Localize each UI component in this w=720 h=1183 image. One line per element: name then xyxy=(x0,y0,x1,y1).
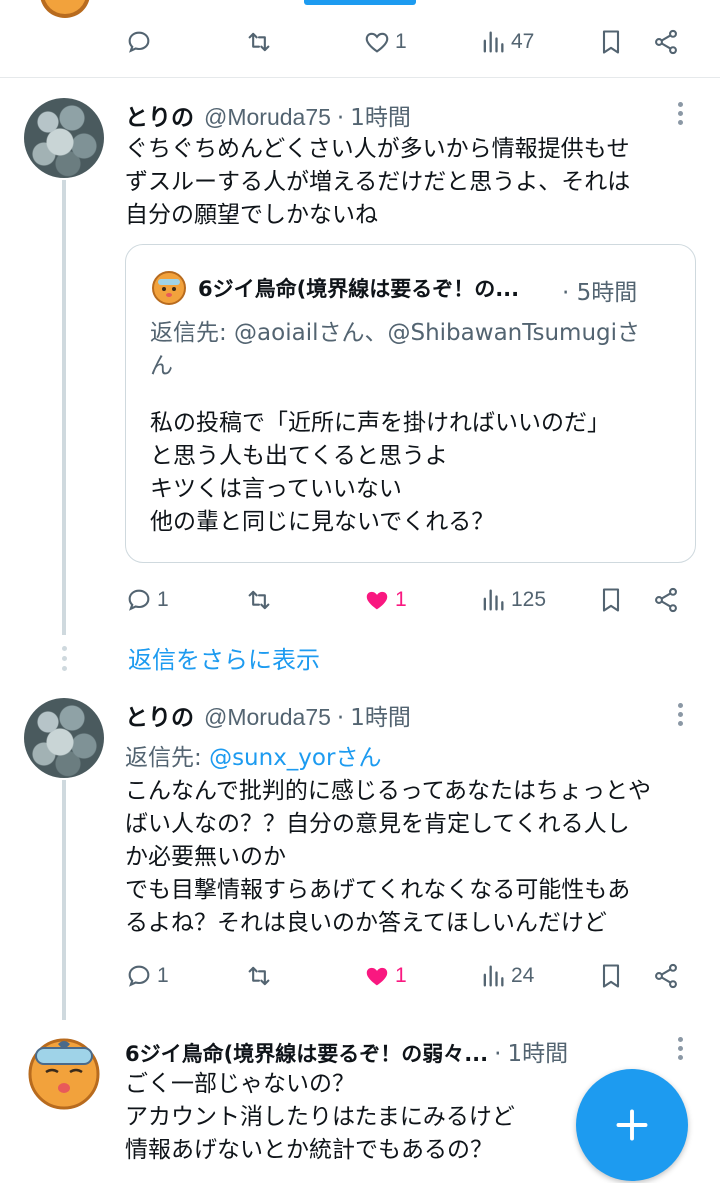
like-count: 1 xyxy=(395,30,407,53)
quote-timestamp: · 5時間 xyxy=(562,273,637,307)
heart-icon xyxy=(366,591,388,610)
timestamp[interactable]: 1時間 xyxy=(350,98,411,132)
views-button[interactable]: 47 xyxy=(479,20,534,64)
user-handle[interactable]: @Moruda75 xyxy=(204,104,331,131)
bookmark-button[interactable] xyxy=(597,20,625,64)
separator: · xyxy=(494,1041,502,1067)
heart-icon xyxy=(365,32,389,53)
bookmark-icon xyxy=(602,588,620,612)
display-name[interactable]: とりの xyxy=(125,98,194,132)
thread-dots xyxy=(60,646,68,671)
bookmark-button[interactable] xyxy=(597,954,625,998)
share-button[interactable] xyxy=(652,20,680,64)
previous-tweet-avatar[interactable] xyxy=(40,0,90,18)
top-tab-indicator xyxy=(304,0,416,5)
retweet-icon xyxy=(248,590,270,610)
more-options-icon[interactable] xyxy=(676,703,684,726)
share-icon xyxy=(655,587,677,613)
heart-icon xyxy=(366,967,388,986)
more-options-icon[interactable] xyxy=(676,102,684,125)
reply-count: 1 xyxy=(157,964,169,987)
reply-button[interactable] xyxy=(125,20,157,64)
share-icon xyxy=(655,963,677,989)
views-button[interactable]: 24 xyxy=(479,954,534,998)
retweet-icon xyxy=(248,32,270,52)
tweet-header: とりの @Moruda75 · 1時間 xyxy=(125,698,411,732)
timestamp[interactable]: 1時間 xyxy=(350,698,411,732)
views-icon xyxy=(483,31,504,53)
top-tweet-action-bar: 1 47 xyxy=(0,20,720,64)
tweet-text: こんなんで批判的に感じるってあなたはちょっとや ばい人なの？？自分の意見を肯定し… xyxy=(125,778,652,936)
thread-line xyxy=(62,180,66,635)
views-count: 125 xyxy=(511,588,547,611)
reply-to: 返信先: @sunx_yorさん xyxy=(125,738,381,772)
reply-to-link[interactable]: @sunx_yorさん xyxy=(209,745,381,771)
tweet-text: ぐちぐちめんどくさい人が多いから情報提供もせ ずスルーする人が増えるだけだと思う… xyxy=(125,136,631,228)
avatar[interactable] xyxy=(24,98,104,178)
avatar[interactable] xyxy=(24,1032,104,1112)
views-icon xyxy=(483,589,504,611)
like-button[interactable]: 1 xyxy=(363,578,407,622)
share-button[interactable] xyxy=(652,954,680,998)
reply-to-label: 返信先: xyxy=(125,745,210,771)
separator: · xyxy=(562,280,570,306)
reply-button[interactable]: 1 xyxy=(125,954,169,998)
separator: · xyxy=(336,105,345,131)
reply-count: 1 xyxy=(157,588,169,611)
bookmark-icon xyxy=(602,964,620,988)
tweet-header: とりの @Moruda75 · 1時間 xyxy=(125,98,411,132)
views-count: 47 xyxy=(511,30,535,53)
tweet-action-bar: 1 1 24 xyxy=(0,954,720,998)
compose-button[interactable] xyxy=(576,1069,688,1181)
tweet-header: 6ジイ鳥命(境界線は要るぞ！の弱々... · 1時間 xyxy=(125,1034,568,1068)
reply-icon xyxy=(128,31,150,53)
show-more-replies-link[interactable]: 返信をさらに表示 xyxy=(128,640,320,675)
avatar[interactable] xyxy=(24,698,104,778)
views-icon xyxy=(483,965,504,987)
retweet-icon xyxy=(248,966,270,986)
views-count: 24 xyxy=(511,964,535,987)
quote-display-name: 6ジイ鳥命(境界線は要るぞ！の... xyxy=(198,277,520,301)
bookmark-button[interactable] xyxy=(597,578,625,622)
share-icon xyxy=(655,29,677,55)
separator: · xyxy=(336,705,345,731)
views-button[interactable]: 125 xyxy=(479,578,546,622)
more-options-icon[interactable] xyxy=(676,1037,684,1060)
divider xyxy=(0,77,720,78)
display-name[interactable]: とりの xyxy=(125,698,194,732)
retweet-button[interactable] xyxy=(245,20,273,64)
like-button[interactable]: 1 xyxy=(363,20,407,64)
retweet-button[interactable] xyxy=(245,954,273,998)
like-button[interactable]: 1 xyxy=(363,954,407,998)
reply-icon xyxy=(128,589,150,611)
retweet-button[interactable] xyxy=(245,578,273,622)
reply-button[interactable]: 1 xyxy=(125,578,169,622)
timestamp[interactable]: 1時間 xyxy=(507,1034,568,1068)
quote-reply-to: 返信先: @aoiailさん、@ShibawanTsumugiさん xyxy=(150,320,641,379)
like-count: 1 xyxy=(395,588,407,611)
quote-avatar[interactable] xyxy=(150,269,188,307)
bookmark-icon xyxy=(602,30,620,54)
reply-icon xyxy=(128,965,150,987)
tweet-text: ごく一部じゃないの？ アカウント消したりはたまにみるけど 情報あげないとか統計で… xyxy=(125,1071,515,1163)
share-button[interactable] xyxy=(652,578,680,622)
display-name[interactable]: 6ジイ鳥命(境界線は要るぞ！の弱々... xyxy=(125,1038,488,1068)
quote-text: 私の投稿で「近所に声を掛ければいいのだ」 と思う人も出てくると思うよ キツくは言… xyxy=(150,410,610,535)
quote-time-value: 5時間 xyxy=(576,280,638,306)
like-count: 1 xyxy=(395,964,407,987)
plus-icon xyxy=(616,1109,648,1141)
tweet-action-bar: 1 1 125 xyxy=(0,578,720,622)
quoted-tweet[interactable]: 6ジイ鳥命(境界線は要るぞ！の... · 5時間 返信先: @aoiailさん、… xyxy=(125,244,696,563)
user-handle[interactable]: @Moruda75 xyxy=(204,704,331,731)
